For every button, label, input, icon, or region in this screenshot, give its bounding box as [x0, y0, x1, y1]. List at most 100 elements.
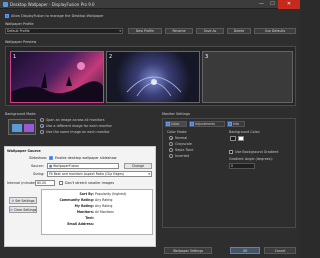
window-title: Desktop Wallpaper - DisplayFusion Pro 9.… — [10, 2, 95, 7]
color-mode-grayscale-radio[interactable] — [169, 142, 173, 146]
info-value: Popularity (highest) — [95, 192, 127, 196]
monitor-1-preview[interactable]: 1 — [10, 51, 104, 103]
different-image-mode-radio[interactable] — [40, 124, 44, 128]
background-color-swatch[interactable] — [230, 136, 236, 141]
color-mode-label: Color Mode: — [167, 130, 188, 134]
color-mode-inverted-label: Inverted — [175, 154, 190, 158]
color-mode-sepia-label: Sepia Tone — [175, 148, 194, 152]
delete-button[interactable]: Delete — [227, 28, 251, 34]
minimize-button[interactable]: — — [256, 0, 267, 9]
monitor-1-wallpaper-image — [11, 62, 103, 102]
info-tab-checkbox — [228, 122, 232, 126]
app-icon — [3, 2, 8, 7]
wallpaper-source-header: Wallpaper Source — [7, 149, 41, 153]
manage-wallpaper-label: Allow DisplayFusion to manage the Deskto… — [11, 14, 104, 18]
background-color-label: Background Color: — [229, 130, 261, 134]
profile-select[interactable]: Default Profile ▾ — [5, 28, 123, 34]
desktop-wallpaper-window: Desktop Wallpaper - DisplayFusion Pro 9.… — [0, 0, 300, 258]
slideshow-checkbox-label: Enable desktop wallpaper slideshow — [55, 156, 117, 160]
info-key: Sort By: — [79, 192, 94, 196]
chevron-down-icon: ▾ — [148, 172, 150, 176]
interval-input[interactable]: 60.00 — [35, 180, 55, 186]
wallpaperfusion-icon: ■ — [49, 164, 53, 168]
title-bar[interactable]: Desktop Wallpaper - DisplayFusion Pro 9.… — [0, 0, 300, 9]
rename-button[interactable]: Rename — [165, 28, 193, 34]
source-info-box: Sort By: Popularity (highest) Community … — [41, 189, 153, 235]
color-mode-normal-radio[interactable] — [169, 136, 173, 140]
slideshow-checkbox[interactable] — [49, 156, 53, 160]
gear-icon: ⚙ — [11, 199, 15, 203]
wallpaper-preview-panel: 1 2 3 — [5, 46, 296, 106]
source-field[interactable]: ■ WallpaperFusion — [47, 163, 119, 169]
ok-button[interactable]: OK — [230, 247, 260, 254]
cancel-button[interactable]: Cancel — [264, 247, 296, 254]
monitor-2-wallpaper-image — [126, 76, 182, 97]
monitor-3-number: 3 — [205, 54, 209, 60]
info-key: Community Rating: — [59, 198, 94, 202]
tab-color-label: Color — [171, 122, 180, 126]
set-settings-button[interactable]: ⚙ Set Settings — [9, 197, 37, 204]
change-source-button[interactable]: Change — [124, 163, 152, 169]
use-gradient-label: Use Background Gradient — [235, 150, 279, 154]
dont-stretch-label: Don't stretch smaller images — [65, 181, 115, 185]
info-row-monitors: Monitors: All Monitors — [44, 210, 152, 214]
monitor-icon — [24, 124, 34, 132]
use-defaults-button[interactable]: Use Defaults — [254, 28, 296, 34]
info-key: My Rating: — [74, 204, 94, 208]
slideshow-label: Slideshow: — [29, 156, 47, 160]
source-label: Source: — [31, 164, 44, 168]
tab-info-label: Info — [233, 122, 240, 126]
info-row-sort-by: Sort By: Popularity (highest) — [44, 192, 152, 196]
adjustments-tab-checkbox — [190, 122, 194, 126]
interval-label: Interval (minutes): — [7, 181, 39, 185]
manage-wallpaper-checkbox[interactable] — [5, 14, 9, 18]
different-image-mode-label: Use a different image for each monitor — [46, 124, 112, 128]
same-image-mode-radio[interactable] — [40, 130, 44, 134]
color-mode-sepia-radio[interactable] — [169, 148, 173, 152]
clear-settings-button[interactable]: ⚙ Clear Settings — [9, 206, 37, 213]
info-value: Any Rating — [95, 198, 113, 202]
wallpaper-preview-header: Wallpaper Preview — [5, 40, 37, 44]
sizing-label: Sizing: — [33, 172, 45, 176]
info-key: Monitors: — [76, 210, 94, 214]
dont-stretch-checkbox[interactable] — [59, 181, 63, 185]
wallpaper-source-panel: Wallpaper Source Slideshow: Enable deskt… — [4, 146, 156, 247]
tab-adjustments-label: Adjustments — [195, 122, 215, 126]
monitor-settings-panel: Color Adjustments Info Color Mode: Norma… — [162, 118, 296, 228]
source-value: WallpaperFusion — [53, 164, 80, 168]
profile-select-value: Default Profile — [7, 29, 30, 33]
info-key: Text: — [85, 216, 94, 220]
sizing-select[interactable]: Fit Best and maintain Aspect Ratio (Clip… — [47, 171, 152, 177]
close-button[interactable]: ✕ — [278, 0, 300, 9]
monitor-settings-header: Monitor Settings — [162, 112, 190, 116]
chevron-down-icon: ▾ — [119, 29, 121, 33]
monitor-2-preview[interactable]: 2 — [106, 51, 200, 103]
maximize-button[interactable]: ☐ — [267, 0, 278, 9]
info-value: Any Rating — [95, 204, 113, 208]
background-mode-header: Background Mode — [5, 112, 36, 116]
tab-info[interactable]: Info — [227, 121, 245, 127]
tab-color[interactable]: Color — [165, 121, 187, 127]
gear-icon: ⚙ — [10, 208, 13, 212]
use-gradient-checkbox[interactable] — [229, 150, 233, 154]
monitor-3-preview[interactable]: 3 — [202, 51, 293, 103]
wallpaper-profile-header: Wallpaper Profile — [5, 22, 34, 26]
color-tab-checkbox — [166, 122, 170, 126]
new-profile-button[interactable]: New Profile — [128, 28, 162, 34]
info-row-community-rating: Community Rating: Any Rating — [44, 198, 152, 202]
color-mode-normal-label: Normal — [175, 136, 188, 140]
save-as-button[interactable]: Save As — [196, 28, 224, 34]
tab-adjustments[interactable]: Adjustments — [189, 121, 225, 127]
background-color-2-swatch[interactable] — [238, 136, 244, 141]
background-mode-illustration — [8, 119, 36, 135]
info-row-text: Text: — [44, 216, 152, 220]
monitor-icon — [12, 124, 22, 132]
color-mode-inverted-radio[interactable] — [169, 154, 173, 158]
gradient-angle-input[interactable]: 0 — [229, 163, 255, 169]
span-mode-radio[interactable] — [40, 118, 44, 122]
wallpaper-settings-button[interactable]: Wallpaper Settings — [164, 247, 212, 254]
set-settings-label: Set Settings — [15, 199, 35, 203]
sizing-value: Fit Best and maintain Aspect Ratio (Clip… — [49, 172, 125, 176]
gradient-angle-label: Gradient Angle (degrees): — [229, 157, 273, 161]
clear-settings-label: Clear Settings — [13, 208, 37, 212]
